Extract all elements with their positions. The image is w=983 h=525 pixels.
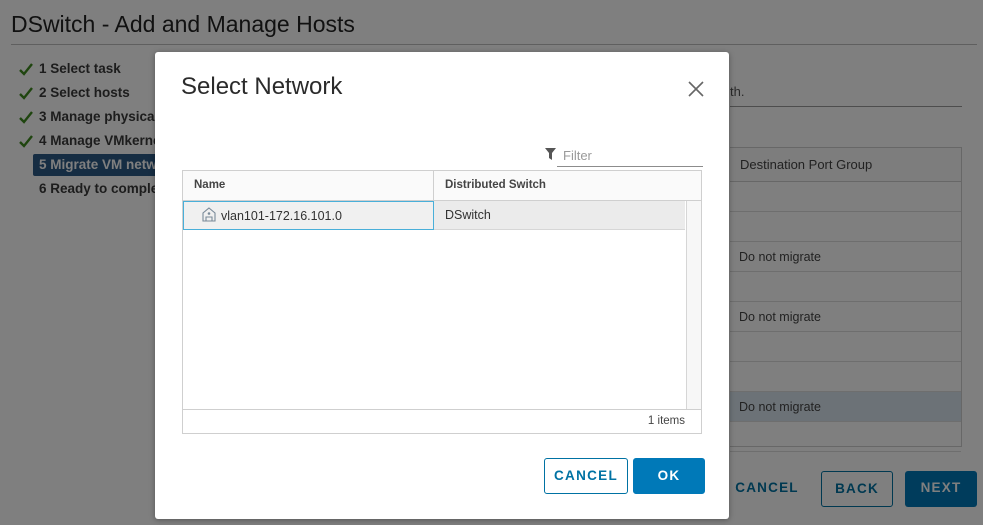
network-row[interactable]: vlan101-172.16.101.0 DSwitch bbox=[183, 201, 685, 230]
grid-header: Name Distributed Switch bbox=[183, 171, 701, 201]
item-count: 1 items bbox=[647, 415, 685, 427]
column-header-name[interactable]: Name bbox=[183, 171, 434, 201]
grid-scrollbar[interactable] bbox=[686, 201, 701, 409]
cancel-button[interactable]: CANCEL bbox=[544, 458, 628, 494]
column-header-distributed-switch[interactable]: Distributed Switch bbox=[434, 171, 701, 201]
distributed-portgroup-icon bbox=[202, 207, 216, 222]
close-icon[interactable] bbox=[685, 78, 707, 100]
filter-icon bbox=[545, 148, 556, 160]
grid-footer: 1 items bbox=[183, 409, 701, 433]
distributed-switch-cell: DSwitch bbox=[445, 208, 491, 222]
filter-box bbox=[545, 145, 703, 167]
network-name-cell[interactable]: vlan101-172.16.101.0 bbox=[183, 201, 434, 230]
grid-body: vlan101-172.16.101.0 DSwitch bbox=[183, 201, 701, 409]
filter-input[interactable] bbox=[557, 145, 703, 167]
network-name: vlan101-172.16.101.0 bbox=[221, 209, 342, 223]
select-network-dialog: Select Network Name Distributed Switch v… bbox=[155, 52, 729, 519]
dialog-title: Select Network bbox=[181, 73, 343, 100]
network-grid: Name Distributed Switch vlan101-172.16.1… bbox=[182, 170, 702, 434]
ok-button[interactable]: OK bbox=[633, 458, 705, 494]
